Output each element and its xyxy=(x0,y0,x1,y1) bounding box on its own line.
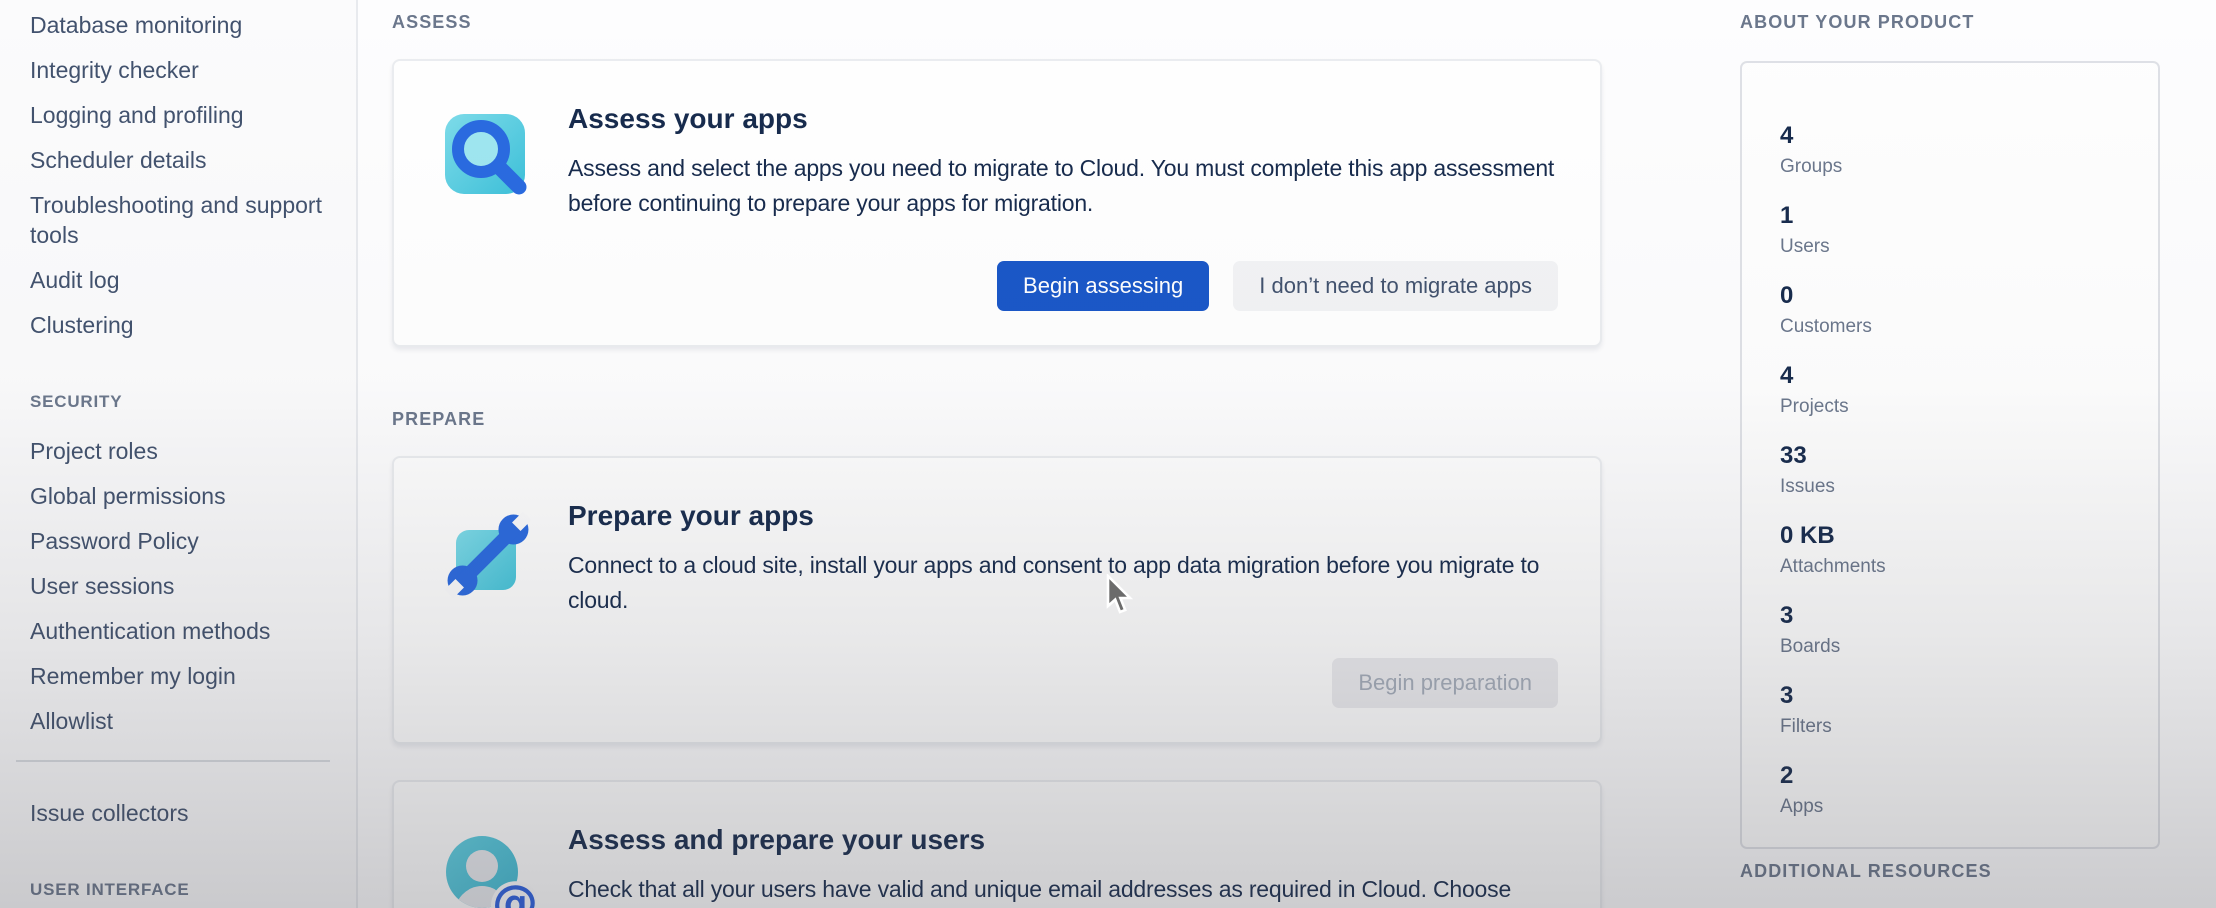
stat-value: 3 xyxy=(1780,681,2138,711)
prepare-apps-card: Prepare your apps Connect to a cloud sit… xyxy=(392,456,1602,744)
stat-issues: 33 Issues xyxy=(1780,441,2138,499)
users-card-description: Check that all your users have valid and… xyxy=(568,872,1558,908)
wrench-icon xyxy=(440,502,536,598)
stat-value: 2 xyxy=(1780,761,2138,791)
sidebar-item-remember-my-login[interactable]: Remember my login xyxy=(30,661,330,691)
stat-filters: 3 Filters xyxy=(1780,681,2138,739)
prepare-card-actions: Begin preparation xyxy=(568,658,1558,708)
assess-users-card: @ Assess and prepare your users Check th… xyxy=(392,780,1602,908)
additional-resources-header: ADDITIONAL RESOURCES xyxy=(1740,861,2164,882)
sidebar-item-logging-profiling[interactable]: Logging and profiling xyxy=(30,100,330,130)
stat-label: Filters xyxy=(1780,715,2138,739)
prepare-card-description: Connect to a cloud site, install your ap… xyxy=(568,548,1558,618)
stat-value: 0 KB xyxy=(1780,521,2138,551)
stat-boards: 3 Boards xyxy=(1780,601,2138,659)
assess-card-actions: Begin assessing I don’t need to migrate … xyxy=(568,261,1558,311)
sidebar-item-project-roles[interactable]: Project roles xyxy=(30,436,330,466)
users-card-content: Assess and prepare your users Check that… xyxy=(568,824,1558,908)
stat-value: 4 xyxy=(1780,121,2138,151)
main-content: ASSESS Assess your apps Assess and selec… xyxy=(392,0,1602,908)
stat-label: Apps xyxy=(1780,795,2138,819)
about-product-header: ABOUT YOUR PRODUCT xyxy=(1740,12,2164,33)
sidebar-item-issue-collectors[interactable]: Issue collectors xyxy=(30,798,330,828)
sidebar-nav-security: Project roles Global permissions Passwor… xyxy=(30,436,330,736)
sidebar-item-password-policy[interactable]: Password Policy xyxy=(30,526,330,556)
sidebar-nav-top: Database monitoring Integrity checker Lo… xyxy=(30,10,330,340)
sidebar-item-clustering[interactable]: Clustering xyxy=(30,310,330,340)
assess-apps-card: Assess your apps Assess and select the a… xyxy=(392,59,1602,347)
section-header-assess: ASSESS xyxy=(392,12,1602,33)
sidebar-divider xyxy=(16,760,330,762)
sidebar-item-integrity-checker[interactable]: Integrity checker xyxy=(30,55,330,85)
prepare-card-title: Prepare your apps xyxy=(568,500,1558,532)
stat-label: Issues xyxy=(1780,475,2138,499)
stat-value: 3 xyxy=(1780,601,2138,631)
search-app-icon xyxy=(440,105,536,201)
stat-groups: 4 Groups xyxy=(1780,121,2138,179)
sidebar-item-troubleshooting[interactable]: Troubleshooting and support tools xyxy=(30,190,330,250)
stat-attachments: 0 KB Attachments xyxy=(1780,521,2138,579)
stat-apps: 2 Apps xyxy=(1780,761,2138,819)
about-product-panel: ABOUT YOUR PRODUCT 4 Groups 1 Users 0 Cu… xyxy=(1740,0,2164,882)
stat-customers: 0 Customers xyxy=(1780,281,2138,339)
sidebar-item-database-monitoring[interactable]: Database monitoring xyxy=(30,10,330,40)
sidebar-item-scheduler-details[interactable]: Scheduler details xyxy=(30,145,330,175)
begin-assessing-button[interactable]: Begin assessing xyxy=(997,261,1209,311)
begin-preparation-button[interactable]: Begin preparation xyxy=(1332,658,1558,708)
sidebar-item-global-permissions[interactable]: Global permissions xyxy=(30,481,330,511)
sidebar-item-audit-log[interactable]: Audit log xyxy=(30,265,330,295)
sidebar-section-user-interface: USER INTERFACE xyxy=(30,880,330,900)
svg-text:@: @ xyxy=(492,875,536,908)
stat-label: Customers xyxy=(1780,315,2138,339)
assess-card-title: Assess your apps xyxy=(568,103,1558,135)
stat-label: Projects xyxy=(1780,395,2138,419)
assess-card-content: Assess your apps Assess and select the a… xyxy=(568,103,1558,311)
sidebar-item-authentication-methods[interactable]: Authentication methods xyxy=(30,616,330,646)
stat-value: 1 xyxy=(1780,201,2138,231)
stat-projects: 4 Projects xyxy=(1780,361,2138,419)
stat-label: Attachments xyxy=(1780,555,2138,579)
dont-need-migrate-apps-button[interactable]: I don’t need to migrate apps xyxy=(1233,261,1558,311)
sidebar-item-allowlist[interactable]: Allowlist xyxy=(30,706,330,736)
migration-assistant-page: Database monitoring Integrity checker Lo… xyxy=(0,0,2216,908)
sidebar-nav-collectors: Issue collectors xyxy=(30,798,330,828)
assess-card-description: Assess and select the apps you need to m… xyxy=(568,151,1558,221)
product-stats-card: 4 Groups 1 Users 0 Customers 4 Projects … xyxy=(1740,61,2160,849)
user-email-icon: @ xyxy=(440,826,536,908)
users-card-title: Assess and prepare your users xyxy=(568,824,1558,856)
prepare-card-content: Prepare your apps Connect to a cloud sit… xyxy=(568,500,1558,708)
stat-users: 1 Users xyxy=(1780,201,2138,259)
admin-sidebar: Database monitoring Integrity checker Lo… xyxy=(0,0,358,908)
stat-label: Users xyxy=(1780,235,2138,259)
stat-label: Groups xyxy=(1780,155,2138,179)
stat-value: 0 xyxy=(1780,281,2138,311)
stat-label: Boards xyxy=(1780,635,2138,659)
section-header-prepare: PREPARE xyxy=(392,409,1602,430)
sidebar-item-user-sessions[interactable]: User sessions xyxy=(30,571,330,601)
stat-value: 33 xyxy=(1780,441,2138,471)
stat-value: 4 xyxy=(1780,361,2138,391)
sidebar-section-security: SECURITY xyxy=(30,392,330,412)
